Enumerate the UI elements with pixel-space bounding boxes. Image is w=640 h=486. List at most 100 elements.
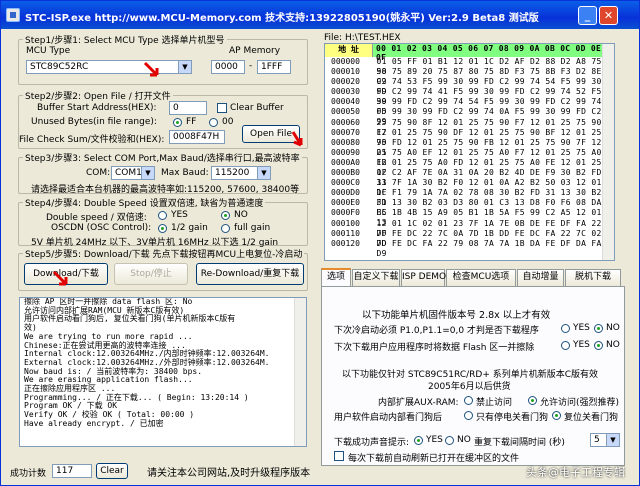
log-output[interactable]: 擦除 AP 区时一并擦除 data flash 区: No 允许访问内部扩展RA… xyxy=(19,297,307,447)
tab-3[interactable]: 检查MCU选项 xyxy=(446,269,516,286)
hex-header: 地 址 00 01 02 03 04 05 06 07 08 09 0A 0B … xyxy=(325,44,614,62)
full-gain-label: full gain xyxy=(234,223,271,233)
tab-1[interactable]: 自定义下载 xyxy=(352,269,400,286)
mcu-type-label: MCU Type xyxy=(26,46,71,56)
options-panel: 以下功能单片机固件版本号 2.8x 以上才有效 下次冷启动必须 P1.0,P1.… xyxy=(321,286,625,466)
hex-row: 000080 90 FD 12 01 25 75 90 FB 12 01 25 7… xyxy=(325,137,614,157)
hex-rows: 000000 01 05 FF 01 B1 12 01 1C D2 AF D2 8… xyxy=(325,57,614,258)
log-scrollbar[interactable] xyxy=(294,298,306,446)
success-count-label: 成功计数 xyxy=(10,469,47,479)
stop-button[interactable]: Stop/停止 xyxy=(114,263,188,285)
aux-ram-opt2: 允许访问(强烈推荐) xyxy=(540,398,620,408)
hex-row-address: 0000C0 xyxy=(331,178,360,188)
tab-2[interactable]: ISP DEMO xyxy=(401,269,446,286)
row2-yes-radio[interactable] xyxy=(561,341,570,350)
log-lines: 擦除 AP 区时一并擦除 data flash 区: No 允许访问内部扩展RA… xyxy=(20,298,306,429)
row1-no-label: NO xyxy=(606,323,620,333)
minimize-icon[interactable]: _ xyxy=(578,6,597,25)
aux-ram-enable-radio[interactable] xyxy=(528,396,537,405)
step5-legend: Step5/步骤5: Download/下载 先点下载按钮再MCU上电复位-冷启… xyxy=(25,250,303,260)
tab-5[interactable]: 脱机下载 xyxy=(565,269,621,286)
main-window: STC-ISP.exe http://www.MCU-Memory.com 技术… xyxy=(0,0,640,486)
hex-row-data: 1F C2 AF 7E 0A 31 0A 20 B2 4D DE F9 30 B… xyxy=(376,168,602,188)
max-baud-value: 115200 xyxy=(215,168,250,178)
clear-buffer-label: Clear Buffer xyxy=(230,103,284,113)
hex-row-address: 000030 xyxy=(331,87,360,97)
hex-row-address: 000090 xyxy=(331,147,360,157)
hex-row: 000050 F5 99 30 99 FD C2 99 74 0A F5 99 3… xyxy=(325,107,614,126)
hex-col-header: 00 01 02 03 04 05 06 07 08 09 0A 0B 0C 0… xyxy=(373,44,614,62)
ff-radio[interactable] xyxy=(173,118,182,127)
max-baud-select[interactable]: 115200 ▼ xyxy=(211,166,271,180)
double-speed-yes-radio[interactable] xyxy=(158,211,167,220)
hex-row-data: DF F1 79 1A 7A 02 78 08 30 B2 FD 31 13 3… xyxy=(376,188,602,208)
hex-row: 000070 12 01 25 75 90 DF 12 01 25 75 90 B… xyxy=(325,127,614,147)
clear-buffer-checkbox[interactable] xyxy=(217,103,227,113)
hex-row: 0000D0 DF F1 79 1A 7A 02 78 08 30 B2 FD 3… xyxy=(325,188,614,208)
sec1-title: 以下功能单片机固件版本号 2.8x 以上才有效 xyxy=(362,310,551,321)
row1-no-radio[interactable] xyxy=(594,324,603,333)
ff-label: FF xyxy=(186,117,197,127)
sound-no-radio[interactable] xyxy=(445,436,454,445)
com-select[interactable]: COM1 ▼ xyxy=(111,166,155,180)
row2-no-radio[interactable] xyxy=(594,341,603,350)
mcu-type-value: STC89C52RC xyxy=(30,62,89,72)
redownload-button[interactable]: Re-Download/重复下载 xyxy=(196,263,304,285)
hex-row-address: 000020 xyxy=(331,77,360,87)
hex-row-data: FD C2 99 74 41 F5 99 30 99 FD C2 99 74 5… xyxy=(376,87,602,107)
hex-row-address: 000080 xyxy=(331,137,360,147)
clear-button[interactable]: Clear xyxy=(96,463,128,479)
step3-legend: Step3/步骤3: Select COM Port,Max Baud/选择串行… xyxy=(25,154,300,164)
auto-load-checkbox[interactable] xyxy=(334,451,344,461)
red-arrow-icon xyxy=(52,270,68,286)
hex-viewer[interactable]: 地 址 00 01 02 03 04 05 06 07 08 09 0A 0B … xyxy=(324,43,615,261)
hex-row-address: 000060 xyxy=(331,117,360,127)
hex-row-address: 0000B0 xyxy=(331,168,360,178)
hex-row-address: 000000 xyxy=(331,57,360,66)
hex-row-address: 000070 xyxy=(331,127,360,137)
chevron-down-icon[interactable]: ▼ xyxy=(606,434,619,446)
close-icon[interactable]: ✕ xyxy=(599,6,618,25)
row2-no-label: NO xyxy=(606,340,620,350)
tab-strip: 选项 自定义下载 ISP DEMO 检查MCU选项 自动增量 脱机下载 xyxy=(321,268,621,286)
step2-legend: Step2/步骤2: Open File / 打开文件 xyxy=(25,92,171,102)
hex-row-address: 0000D0 xyxy=(331,188,360,198)
interval-select[interactable]: 5 ▼ xyxy=(590,433,620,447)
watchdog-opt1-radio[interactable] xyxy=(464,411,473,420)
hex-row: 0000C0 13 7F 1A 30 B2 F0 12 01 0A A2 B2 5… xyxy=(325,178,614,197)
hex-row: 000100 12 01 1C 02 01 23 7F 1A 7E 0B DE F… xyxy=(325,219,614,238)
watchdog-opt2: 复位关看门狗 xyxy=(564,413,619,423)
full-gain-radio[interactable] xyxy=(221,224,230,233)
hex-row: 0000F0 B5 1B 4B 15 A9 05 B1 1B 5A F5 99 C… xyxy=(325,208,614,227)
buffer-start-input[interactable]: 0 xyxy=(169,101,207,115)
success-count-field: 117 xyxy=(52,464,92,478)
log-line: 用户软件启动看门狗后, 复位关看门狗(单片机新版本C版有 xyxy=(24,314,236,324)
hex-row-address: 000040 xyxy=(331,97,360,107)
ap-end-field: 1FFF xyxy=(257,60,291,74)
row1-yes-label: YES xyxy=(573,323,590,333)
chevron-down-icon[interactable]: ▼ xyxy=(141,167,154,179)
hex-row-address: 000120 xyxy=(331,238,360,248)
tab-4[interactable]: 自动增量 xyxy=(517,269,564,286)
chevron-down-icon[interactable]: ▼ xyxy=(257,167,270,179)
hex-row-data: DD FE DC FA 22 79 08 7A 7A 1B DA FE DF D… xyxy=(376,238,602,258)
half-gain-radio[interactable] xyxy=(158,224,167,233)
hex-scrollbar[interactable] xyxy=(602,44,614,260)
chevron-down-icon[interactable]: ▼ xyxy=(178,61,191,73)
double-speed-no-radio[interactable] xyxy=(221,211,230,220)
step1-group: Step1/步骤1: Select MCU Type 选择单片机型号 xyxy=(18,33,308,85)
auto-load-label: 每次下载前自动刷新已打开在缓冲区的文件 xyxy=(348,454,520,464)
watchdog-opt2-radio[interactable] xyxy=(552,411,561,420)
watchdog-opt1: 只有停电关看门狗 xyxy=(476,413,549,423)
sound-yes-radio[interactable] xyxy=(414,436,423,445)
hex-row: 0000B0 1F C2 AF 7E 0A 31 0A 20 B2 4D DE F… xyxy=(325,168,614,188)
zero-radio[interactable] xyxy=(209,118,218,127)
aux-ram-disable-radio[interactable] xyxy=(464,396,473,405)
tab-0[interactable]: 选项 xyxy=(321,268,351,286)
mcu-type-select[interactable]: STC89C52RC ▼ xyxy=(26,60,192,74)
row1-yes-radio[interactable] xyxy=(561,324,570,333)
hex-row-address: 000050 xyxy=(331,107,360,117)
hex-row: 000090 25 75 A0 EF 12 01 25 75 A0 F7 12 0… xyxy=(325,147,614,167)
no-label: NO xyxy=(234,210,248,220)
oscdn-label: OSCDN (OSC Control): xyxy=(51,223,152,233)
